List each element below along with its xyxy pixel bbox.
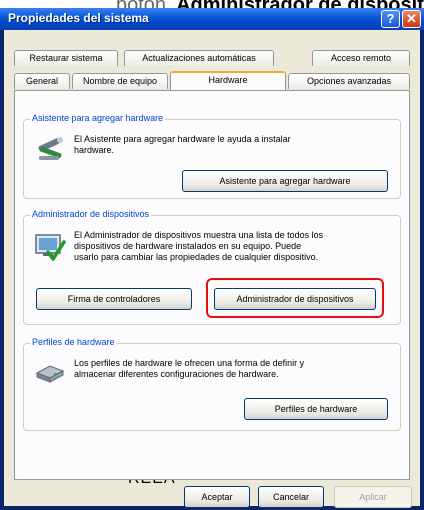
device-manager-legend: Administrador de dispositivos bbox=[30, 209, 152, 219]
hardware-tab-panel: Asistente para agregar hardware El Asist… bbox=[14, 90, 410, 480]
device-manager-description: El Administrador de dispositivos muestra… bbox=[74, 230, 323, 263]
tab-computer-name[interactable]: Nombre de equipo bbox=[72, 73, 168, 89]
hardware-profiles-text-line2: almacenar diferentes configuraciones de … bbox=[74, 369, 279, 379]
add-hardware-description: El Asistente para agregar hardware le ay… bbox=[74, 134, 291, 156]
tab-remote-access[interactable]: Acceso remoto bbox=[312, 50, 410, 66]
device-manager-button[interactable]: Administrador de dispositivos bbox=[214, 288, 376, 310]
hardware-profiles-icon bbox=[35, 365, 65, 383]
add-hardware-text-line1: El Asistente para agregar hardware le ay… bbox=[74, 134, 291, 144]
tab-automatic-updates[interactable]: Actualizaciones automáticas bbox=[124, 50, 274, 66]
help-button[interactable]: ? bbox=[381, 10, 400, 28]
system-properties-window: Propiedades del sistema ? ✕ Restaurar si… bbox=[0, 8, 424, 510]
window-title: Propiedades del sistema bbox=[8, 11, 149, 25]
hardware-profiles-group: Perfiles de hardware Los perfiles de har… bbox=[23, 337, 401, 431]
hardware-profiles-description: Los perfiles de hardware le ofrecen una … bbox=[74, 358, 304, 380]
driver-signing-button[interactable]: Firma de controladores bbox=[36, 288, 192, 310]
device-manager-group: Administrador de dispositivos El Adminis… bbox=[23, 209, 401, 325]
hardware-profiles-button[interactable]: Perfiles de hardware bbox=[244, 398, 388, 420]
device-manager-text-line1: El Administrador de dispositivos muestra… bbox=[74, 230, 324, 240]
ok-button[interactable]: Aceptar bbox=[184, 486, 250, 508]
caption-lead: botón bbox=[116, 0, 166, 8]
tab-hardware[interactable]: Hardware bbox=[170, 71, 286, 90]
tab-advanced-options[interactable]: Opciones avanzadas bbox=[288, 73, 410, 89]
device-manager-text-line3: usarlo para cambiar las propiedades de c… bbox=[74, 252, 319, 262]
add-hardware-wizard-button[interactable]: Asistente para agregar hardware bbox=[182, 170, 388, 192]
apply-button[interactable]: Aplicar bbox=[334, 486, 412, 508]
caption-text: Administrador de disposit bbox=[176, 0, 424, 8]
close-button[interactable]: ✕ bbox=[402, 10, 421, 28]
add-hardware-group: Asistente para agregar hardware El Asist… bbox=[23, 113, 401, 199]
hardware-profiles-text-line1: Los perfiles de hardware le ofrecen una … bbox=[74, 358, 305, 368]
device-manager-text-line2: dispositivos de hardware instalados en s… bbox=[74, 241, 302, 251]
hardware-wizard-icon bbox=[38, 137, 63, 160]
top-caption: botón Administrador de disposit bbox=[0, 0, 424, 8]
hardware-profiles-legend: Perfiles de hardware bbox=[30, 337, 117, 347]
cancel-button[interactable]: Cancelar bbox=[258, 486, 324, 508]
device-manager-icon bbox=[35, 234, 66, 261]
add-hardware-legend: Asistente para agregar hardware bbox=[30, 113, 166, 123]
tab-system-restore[interactable]: Restaurar sistema bbox=[14, 50, 118, 66]
dialog-client-area: Restaurar sistema Actualizaciones automá… bbox=[4, 30, 420, 508]
add-hardware-text-line2: hardware. bbox=[74, 145, 115, 155]
title-bar[interactable]: Propiedades del sistema ? ✕ bbox=[0, 8, 424, 30]
tab-general[interactable]: General bbox=[14, 73, 70, 89]
